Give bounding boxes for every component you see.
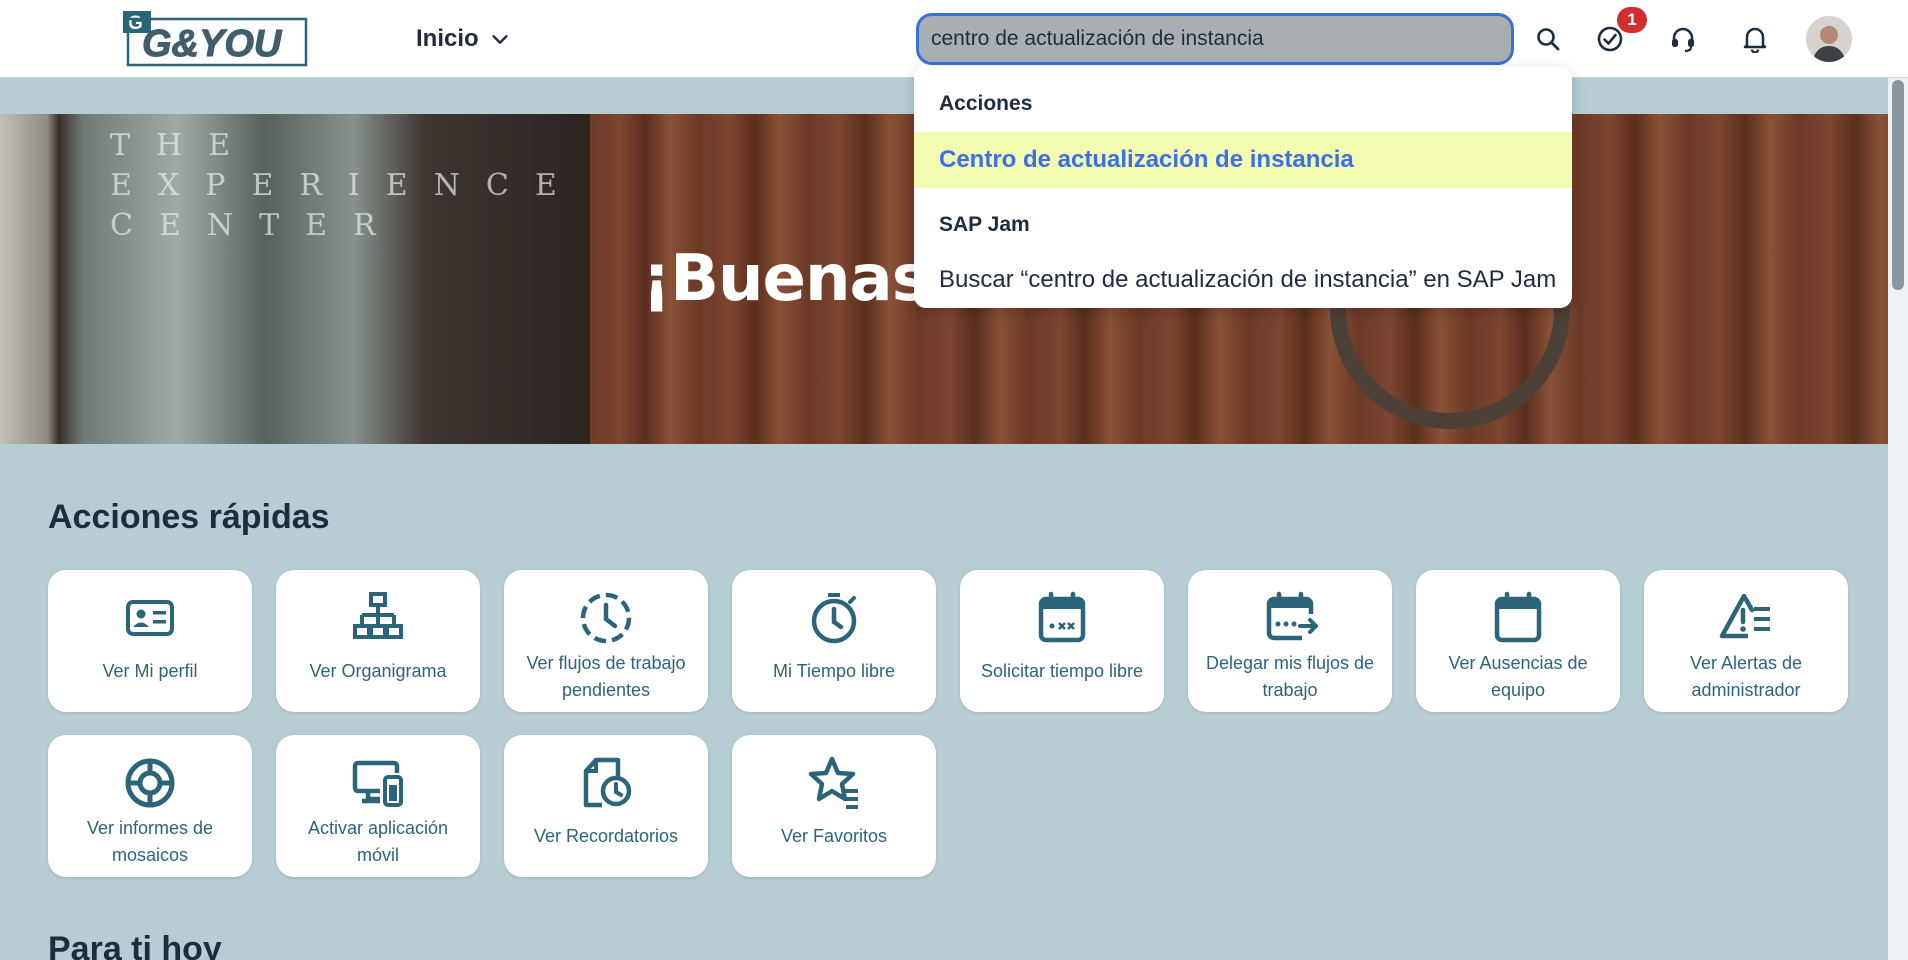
- search-field[interactable]: [916, 13, 1514, 65]
- tasks-count-badge: 1: [1617, 7, 1647, 33]
- search-input[interactable]: [919, 16, 1511, 62]
- check-circle-icon: [1597, 26, 1623, 52]
- favorites-icon: [808, 756, 858, 809]
- tile-label: Ver Mi perfil: [102, 661, 198, 681]
- tile-activate-mobile-app[interactable]: Activar aplicación móvil: [276, 735, 480, 877]
- tile-view-admin-alerts[interactable]: Ver Alertas de administrador: [1644, 570, 1848, 712]
- greeting-text: ¡Buenas: [642, 242, 930, 316]
- banner-engraved-text: THE EXPERIENCE CENTER: [110, 128, 583, 243]
- tile-view-team-absences[interactable]: Ver Ausencias de equipo: [1416, 570, 1620, 712]
- tile-label: Ver flujos de trabajo pendientes: [526, 653, 686, 700]
- suggestion-group-sap-jam-title: SAP Jam: [939, 213, 1030, 236]
- tile-label: Ver Recordatorios: [533, 826, 679, 846]
- logo-text: G&YOU: [142, 23, 283, 65]
- tile-delegate-workflows[interactable]: Delegar mis flujos de trabajo: [1188, 570, 1392, 712]
- id-card-icon: [126, 600, 174, 636]
- tile-label: Solicitar tiempo libre: [980, 661, 1144, 681]
- devices-icon: [352, 760, 403, 807]
- tile-label: Ver informes de mosaicos: [86, 818, 214, 865]
- home-menu-button[interactable]: Inicio: [416, 22, 511, 56]
- tile-label: Ver Favoritos: [780, 826, 888, 846]
- chevron-down-icon: [492, 35, 508, 44]
- search-button[interactable]: [1529, 20, 1567, 58]
- tile-report-icon: [125, 758, 175, 808]
- calendar-icon: [1494, 591, 1542, 643]
- tile-view-tile-reports[interactable]: Ver informes de mosaicos: [48, 735, 252, 877]
- tile-view-org-chart[interactable]: Ver Organigrama: [276, 570, 480, 712]
- company-logo[interactable]: G G&YOU: [122, 10, 308, 68]
- tile-view-favorites[interactable]: Ver Favoritos: [732, 735, 936, 877]
- tile-label: Mi Tiempo libre: [772, 661, 896, 681]
- scrollbar-thumb[interactable]: [1892, 80, 1904, 290]
- bell-icon: [1743, 27, 1767, 53]
- support-button[interactable]: [1664, 20, 1702, 58]
- calendar-request-icon: [1038, 591, 1086, 643]
- tile-view-pending-workflows[interactable]: Ver flujos de trabajo pendientes: [504, 570, 708, 712]
- search-icon: [1537, 28, 1560, 51]
- alert-list-icon: [1719, 593, 1770, 639]
- svg-text:G: G: [128, 13, 143, 34]
- home-menu-label: Inicio: [416, 25, 479, 52]
- tile-label: Delegar mis flujos de trabajo: [1205, 653, 1375, 700]
- tile-label: Ver Organigrama: [309, 661, 447, 681]
- org-chart-icon: [353, 592, 403, 639]
- notifications-button[interactable]: [1736, 20, 1774, 58]
- page-scrollbar[interactable]: [1888, 78, 1908, 960]
- tile-my-time-off[interactable]: Mi Tiempo libre: [732, 570, 936, 712]
- pending-clock-icon: [580, 592, 632, 644]
- headset-icon: [1672, 27, 1694, 53]
- reminder-icon: [583, 757, 632, 808]
- quick-actions-title: Acciones rápidas: [48, 498, 330, 536]
- user-photo-icon: [1806, 16, 1852, 62]
- suggestion-group-actions-title: Acciones: [939, 92, 1033, 115]
- suggestion-item-search-in-sap-jam[interactable]: Buscar “centro de actualización de insta…: [914, 252, 1572, 308]
- tile-label: Ver Alertas de administrador: [1689, 653, 1803, 700]
- suggestion-item-instance-update-center[interactable]: Centro de actualización de instancia: [914, 132, 1572, 188]
- tile-request-time-off[interactable]: Solicitar tiempo libre: [960, 570, 1164, 712]
- search-suggestions-popover: Acciones Centro de actualización de inst…: [914, 66, 1572, 308]
- user-avatar[interactable]: [1806, 16, 1852, 62]
- tile-view-my-profile[interactable]: Ver Mi perfil: [48, 570, 252, 712]
- tile-label: Ver Ausencias de equipo: [1448, 653, 1588, 700]
- tile-view-reminders[interactable]: Ver Recordatorios: [504, 735, 708, 877]
- calendar-forward-icon: [1266, 591, 1318, 641]
- for-you-today-title: Para ti hoy: [48, 930, 222, 960]
- stopwatch-icon: [811, 593, 857, 644]
- tile-label: Activar aplicación móvil: [307, 818, 449, 865]
